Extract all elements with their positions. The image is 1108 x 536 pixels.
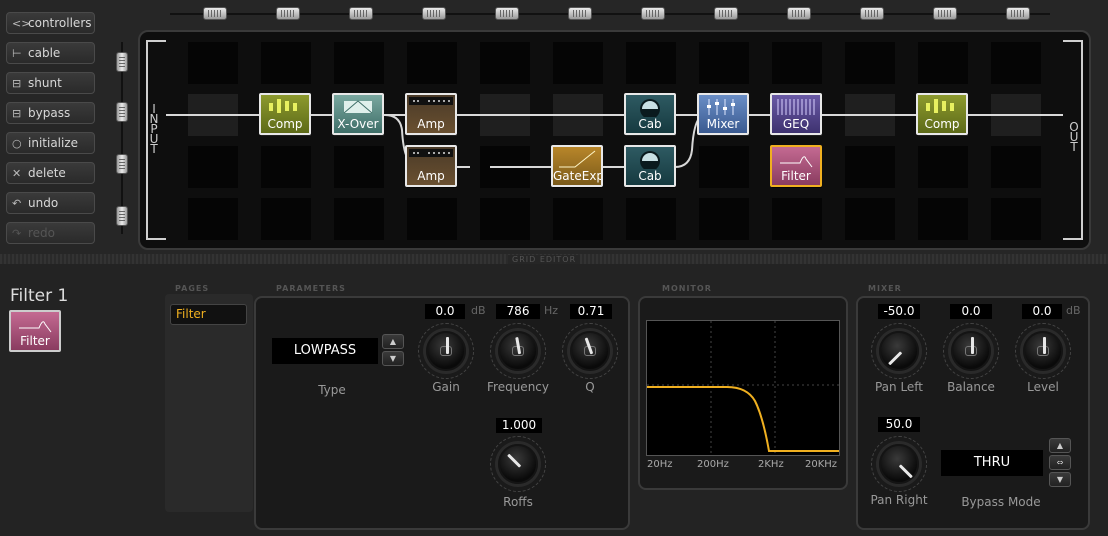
filter-icon-label: Filter — [20, 334, 50, 348]
balance-value[interactable]: 0.0 — [950, 304, 992, 319]
type-label: Type — [318, 383, 346, 397]
geq-block[interactable]: GEQ — [770, 93, 822, 135]
comp-label: Comp — [924, 117, 960, 131]
axis-label-20khz: 20KHz — [805, 459, 838, 470]
monitor-label: MONITOR — [662, 284, 712, 293]
pages-label: PAGES — [175, 284, 210, 293]
geq-icon — [777, 99, 815, 115]
cab-icon — [640, 99, 660, 117]
level-label: Level — [1027, 380, 1059, 394]
cab-label: Cab — [638, 169, 662, 183]
type-up-button[interactable]: ▲ — [382, 334, 404, 349]
comp-label: Comp — [267, 117, 303, 131]
type-down-button[interactable]: ▼ — [382, 351, 404, 366]
x-over-label: X-Over — [337, 117, 379, 131]
block-title: Filter 1 — [10, 286, 69, 306]
amp-icon — [409, 149, 453, 157]
gateexp-block[interactable]: GateExp — [551, 145, 603, 187]
app-window: <> controllers ⊢ cable ⊟ shunt ⊟ bypass … — [0, 0, 1108, 536]
cab-icon — [640, 151, 660, 169]
type-select[interactable]: LOWPASS — [272, 338, 378, 364]
q-value[interactable]: 0.71 — [570, 304, 612, 319]
gain-knob[interactable] — [426, 331, 466, 371]
gain-unit: dB — [471, 304, 486, 317]
frequency-knob[interactable] — [498, 331, 538, 371]
cab-label: Cab — [638, 117, 662, 131]
gateexp-icon — [559, 150, 596, 168]
level-value[interactable]: 0.0 — [1022, 304, 1062, 319]
gain-label: Gain — [432, 380, 460, 394]
gateexp-label: GateExp — [553, 169, 603, 183]
amp-block[interactable]: Amp — [405, 145, 457, 187]
mixer-label: Mixer — [706, 117, 740, 131]
bypass-mode-up-button[interactable]: ▲ — [1049, 438, 1071, 453]
cab-block[interactable]: Cab — [624, 93, 676, 135]
pan-left-knob[interactable] — [879, 331, 919, 371]
filter-icon — [19, 321, 52, 333]
comp-icon — [926, 99, 954, 113]
pan-right-value[interactable]: 50.0 — [878, 417, 920, 432]
filter-block[interactable]: Filter — [770, 145, 822, 187]
filter-label: Filter — [781, 169, 811, 183]
pan-right-label: Pan Right — [870, 493, 928, 507]
amp-label: Amp — [417, 169, 445, 183]
pages-panel — [165, 294, 253, 512]
pan-right-knob[interactable] — [879, 444, 919, 484]
block-editor: Filter 1 Filter PAGES Filter PARAMETERS … — [0, 264, 1108, 536]
x-over-block[interactable]: X-Over — [332, 93, 384, 135]
q-knob[interactable] — [570, 331, 610, 371]
filter-icon — [780, 156, 813, 168]
comp-block[interactable]: Comp — [916, 93, 968, 135]
mixer-icon — [707, 99, 735, 115]
amp-block[interactable]: Amp — [405, 93, 457, 135]
bypass-mode-link-button[interactable]: ⇔ — [1049, 455, 1071, 470]
frequency-unit: Hz — [544, 304, 559, 317]
frequency-label: Frequency — [487, 380, 549, 394]
roffs-knob[interactable] — [498, 444, 538, 484]
axis-label-20hz: 20Hz — [647, 459, 673, 470]
comp-block[interactable]: Comp — [259, 93, 311, 135]
filter-block-icon: Filter — [9, 310, 61, 352]
level-unit: dB — [1066, 304, 1081, 317]
grid-editor-label: GRID EDITOR — [508, 255, 581, 264]
bypass-mode-select[interactable]: THRU — [941, 450, 1043, 476]
comp-icon — [269, 99, 297, 113]
mixer-label: MIXER — [868, 284, 902, 293]
response-curve — [647, 321, 839, 455]
filter-response-graph — [646, 320, 840, 456]
grid-editor: <> controllers ⊢ cable ⊟ shunt ⊟ bypass … — [0, 0, 1108, 262]
balance-knob[interactable] — [951, 331, 991, 371]
frequency-value[interactable]: 786 — [496, 304, 540, 319]
balance-label: Balance — [947, 380, 995, 394]
axis-label-2khz: 2KHz — [758, 459, 784, 470]
gain-value[interactable]: 0.0 — [425, 304, 465, 319]
amp-label: Amp — [417, 117, 445, 131]
roffs-label: Roffs — [503, 495, 533, 509]
mixer-block[interactable]: Mixer — [697, 93, 749, 135]
page-tab-filter[interactable]: Filter — [170, 304, 247, 325]
x-over-icon — [343, 100, 373, 114]
geq-label: GEQ — [782, 117, 810, 131]
bypass-mode-down-button[interactable]: ▼ — [1049, 472, 1071, 487]
level-knob[interactable] — [1023, 331, 1063, 371]
parameters-label: PARAMETERS — [276, 284, 346, 293]
amp-icon — [409, 97, 453, 105]
roffs-value[interactable]: 1.000 — [496, 418, 542, 433]
axis-label-200hz: 200Hz — [697, 459, 729, 470]
pan-left-value[interactable]: -50.0 — [878, 304, 920, 319]
cab-block[interactable]: Cab — [624, 145, 676, 187]
q-label: Q — [585, 380, 595, 394]
pan-left-label: Pan Left — [874, 380, 924, 394]
bypass-mode-label: Bypass Mode — [961, 495, 1041, 509]
